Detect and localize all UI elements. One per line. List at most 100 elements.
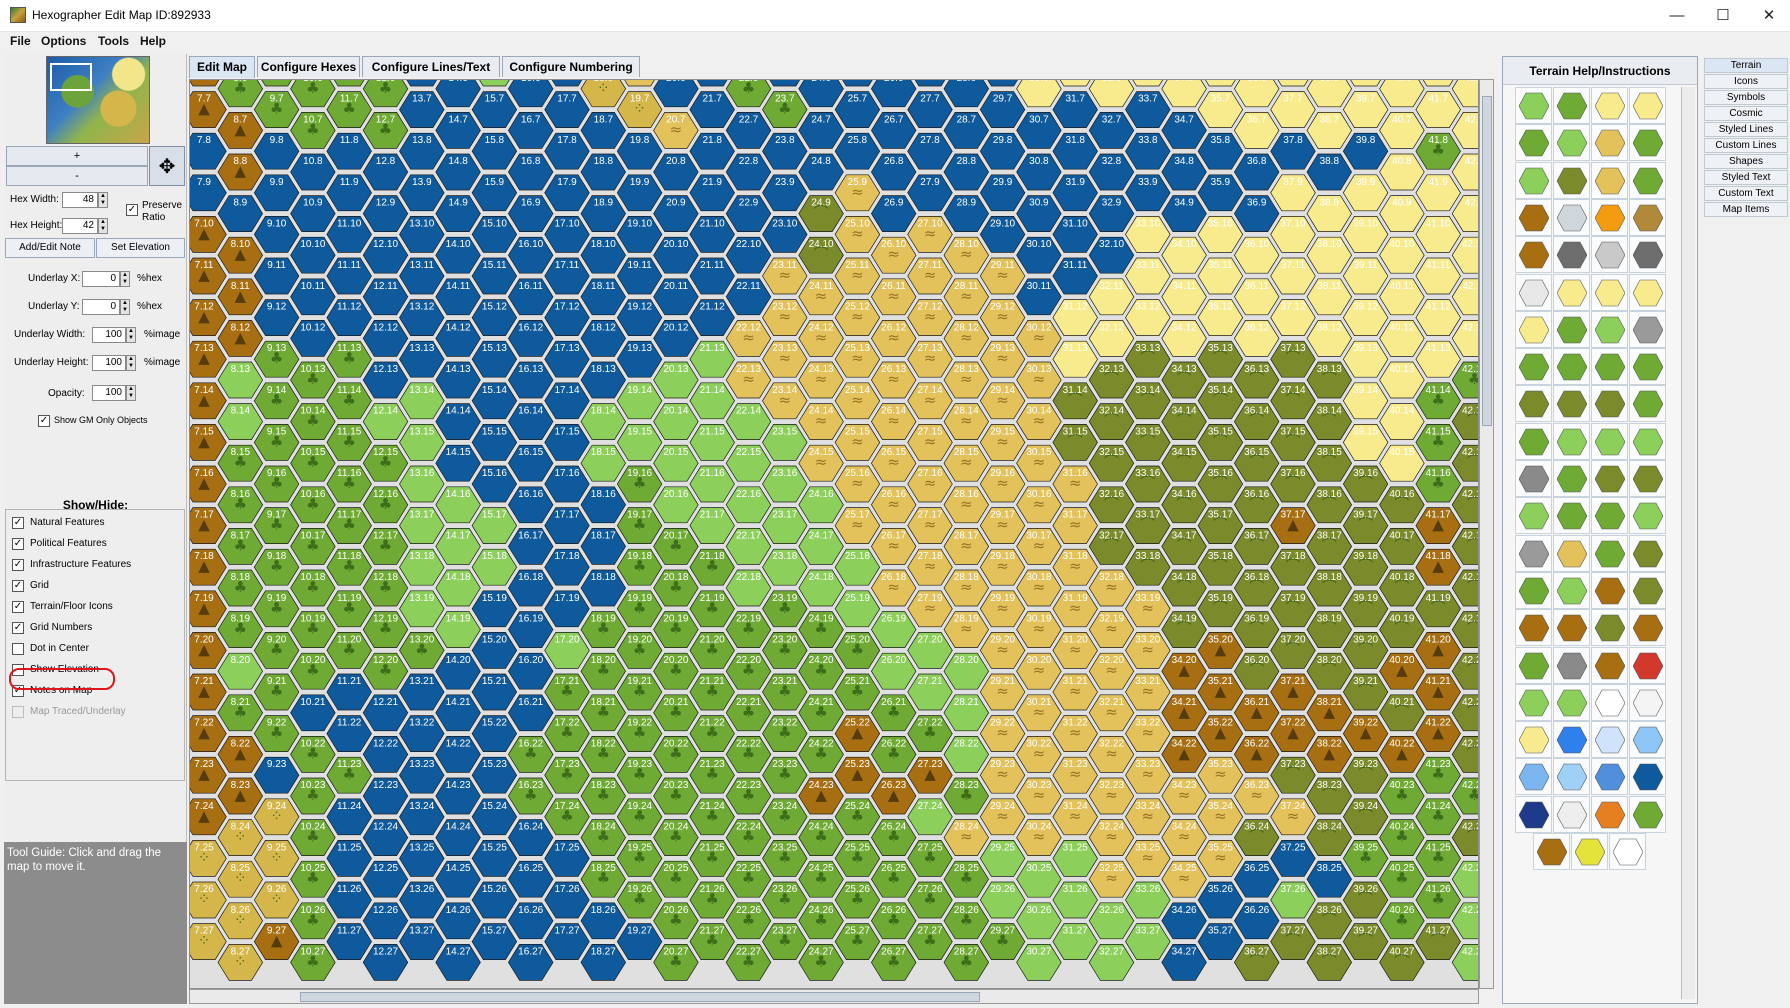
hex-cell[interactable]: ♣40.26 <box>1379 902 1425 940</box>
hex-cell[interactable]: 36.25 <box>1233 860 1280 898</box>
hex-cell[interactable]: ⌒40.27 <box>1379 944 1425 981</box>
hex-cell[interactable]: 33.27 <box>1125 923 1171 960</box>
terrain-swatch[interactable] <box>1553 758 1590 796</box>
terrain-swatch[interactable] <box>1591 310 1628 348</box>
hex-cell[interactable]: ≈25.16 <box>834 465 881 503</box>
hex-cell[interactable]: ≈25.17 <box>834 507 881 544</box>
hex-cell[interactable]: 25.6 <box>835 80 880 87</box>
hex-cell[interactable]: 13.16 <box>399 465 445 503</box>
hex-cell[interactable]: 15.18 <box>471 548 518 586</box>
hex-cell[interactable]: ▲41.22 <box>1415 715 1461 752</box>
hex-cell[interactable]: 18.27 <box>580 944 627 981</box>
hex-cell[interactable]: 24.16 <box>798 486 844 524</box>
hex-cell[interactable]: ⌒35.14 <box>1197 382 1244 420</box>
hex-cell[interactable]: ⌒40.19 <box>1379 611 1425 648</box>
hex-cell[interactable]: ♣10.6 <box>290 80 336 108</box>
gm-only-checkbox[interactable]: ✓ <box>38 415 50 427</box>
hex-cell[interactable]: 13.23 <box>399 756 445 794</box>
hex-cell[interactable]: 10.11 <box>290 278 336 316</box>
terrain-swatch[interactable] <box>1515 87 1552 124</box>
hex-cell[interactable]: 39.15 <box>1342 424 1389 461</box>
hex-cell[interactable]: 14.9 <box>435 195 481 232</box>
hex-cell[interactable]: 18.14 <box>580 403 627 440</box>
hex-cell[interactable]: ♣20.27 <box>653 944 699 981</box>
hex-cell[interactable]: ≈24.13 <box>798 361 844 399</box>
hex-cell[interactable]: 15.19 <box>471 590 518 628</box>
hex-cell[interactable]: ♣22.19 <box>725 611 772 648</box>
hex-cell[interactable]: 42.27 <box>1451 944 1479 981</box>
hex-cell[interactable]: ♣40.24 <box>1379 819 1425 856</box>
hex-cell[interactable]: ⌒39.24 <box>1342 798 1389 836</box>
hex-cell[interactable]: ≈27.15 <box>907 424 953 461</box>
hex-cell[interactable]: 9.10 <box>253 216 300 253</box>
hex-cell[interactable]: ♣22.6 <box>725 80 772 108</box>
hex-cell[interactable]: 32.7 <box>1088 112 1135 149</box>
hex-cell[interactable]: 29.10 <box>979 216 1026 253</box>
hex-cell[interactable]: 21.11 <box>689 257 735 295</box>
hex-cell[interactable]: ♣17.22 <box>544 715 590 752</box>
terrain-swatch[interactable] <box>1515 348 1552 386</box>
hex-cell[interactable]: 14.26 <box>435 902 481 940</box>
hex-cell[interactable]: ≈29.22 <box>979 715 1026 752</box>
hex-cell[interactable]: ♣11.14 <box>326 382 372 420</box>
hex-cell[interactable]: 13.24 <box>399 798 445 836</box>
hex-cell[interactable]: ♣25.24 <box>834 798 881 836</box>
terrain-swatch[interactable] <box>1629 124 1666 162</box>
terrain-swatch[interactable] <box>1629 198 1666 236</box>
terrain-swatch[interactable] <box>1553 721 1590 759</box>
hex-cell[interactable]: ▲8.22 <box>217 736 264 773</box>
hex-cell[interactable]: ⌒40.16 <box>1379 486 1425 524</box>
hex-cell[interactable]: 22.18 <box>725 569 772 607</box>
hex-cell[interactable]: ≈29.23 <box>979 756 1026 794</box>
hex-cell[interactable]: ▲25.22 <box>834 715 881 752</box>
terrain-swatch[interactable] <box>1591 721 1628 759</box>
hex-cell[interactable]: 12.9 <box>362 195 409 232</box>
hex-cell[interactable]: ⁘8.26 <box>217 902 264 940</box>
hex-cell[interactable]: 10.21 <box>290 694 336 732</box>
hex-cell[interactable]: ♣9.6 <box>254 80 299 87</box>
map-horizontal-scrollbar[interactable] <box>189 989 1479 1004</box>
terrain-swatch[interactable] <box>1515 385 1552 423</box>
hex-cell[interactable]: ♣10.13 <box>290 361 336 399</box>
hex-cell[interactable]: 13.11 <box>399 257 445 295</box>
hex-cell[interactable]: ♣24.24 <box>798 819 844 856</box>
hex-cell[interactable]: 8.9 <box>217 195 264 232</box>
hex-cell[interactable]: 23.18 <box>762 548 808 586</box>
hex-cell[interactable]: ⌒40.17 <box>1379 528 1425 565</box>
hex-cell[interactable]: 40.11 <box>1379 278 1425 316</box>
hex-cell[interactable]: ⌒38.16 <box>1306 486 1353 524</box>
hex-cell[interactable]: ⌒31.15 <box>1052 424 1098 461</box>
hex-cell[interactable]: ♣26.27 <box>870 944 917 981</box>
hex-cell[interactable]: ≈33.25 <box>1125 840 1171 877</box>
palette-title[interactable]: Terrain Help/Instructions <box>1503 57 1697 85</box>
hex-cell[interactable]: ♣28.26 <box>943 902 990 940</box>
hex-cell[interactable]: ≈25.13 <box>834 340 881 378</box>
hex-cell[interactable]: ≈31.18 <box>1052 548 1098 586</box>
hex-cell[interactable]: 17.16 <box>544 465 590 503</box>
hex-cell[interactable]: 20.11 <box>653 278 699 316</box>
hex-cell[interactable]: ♣20.18 <box>653 569 699 607</box>
hex-cell[interactable]: ≈25.12 <box>834 299 881 336</box>
hex-cell[interactable]: 16.9 <box>507 195 554 232</box>
hex-cell[interactable]: ⌒24.9 <box>798 195 844 232</box>
terrain-swatch[interactable] <box>1629 758 1666 796</box>
hex-cell[interactable]: ♣25.20 <box>834 632 881 669</box>
hex-cell[interactable]: 35.26 <box>1197 881 1244 919</box>
hex-cell[interactable]: ≈29.12 <box>979 299 1026 336</box>
hex-cell[interactable]: ▲26.23 <box>870 777 917 815</box>
hex-cell[interactable]: 11.25 <box>326 840 372 877</box>
terrain-swatch[interactable] <box>1591 236 1628 274</box>
map-vertical-scrollbar[interactable] <box>1479 79 1494 989</box>
hex-cell[interactable]: 16.27 <box>507 944 554 981</box>
scroll-thumb[interactable] <box>300 992 980 1002</box>
hex-cell[interactable]: ♣20.19 <box>653 611 699 648</box>
terrain-swatch[interactable] <box>1629 683 1666 721</box>
category-map-items[interactable]: Map Items <box>1704 202 1788 217</box>
hex-cell[interactable]: 42.9 <box>1451 195 1479 232</box>
hex-cell[interactable]: ⌒42.22 <box>1451 736 1479 773</box>
menu-tools[interactable]: Tools <box>98 34 129 48</box>
terrain-swatch[interactable] <box>1591 609 1628 647</box>
hex-cell[interactable]: ♣21.20 <box>689 632 735 669</box>
hex-cell[interactable]: ♣19.17 <box>616 507 663 544</box>
hex-cell[interactable]: 42.25 <box>1451 860 1479 898</box>
